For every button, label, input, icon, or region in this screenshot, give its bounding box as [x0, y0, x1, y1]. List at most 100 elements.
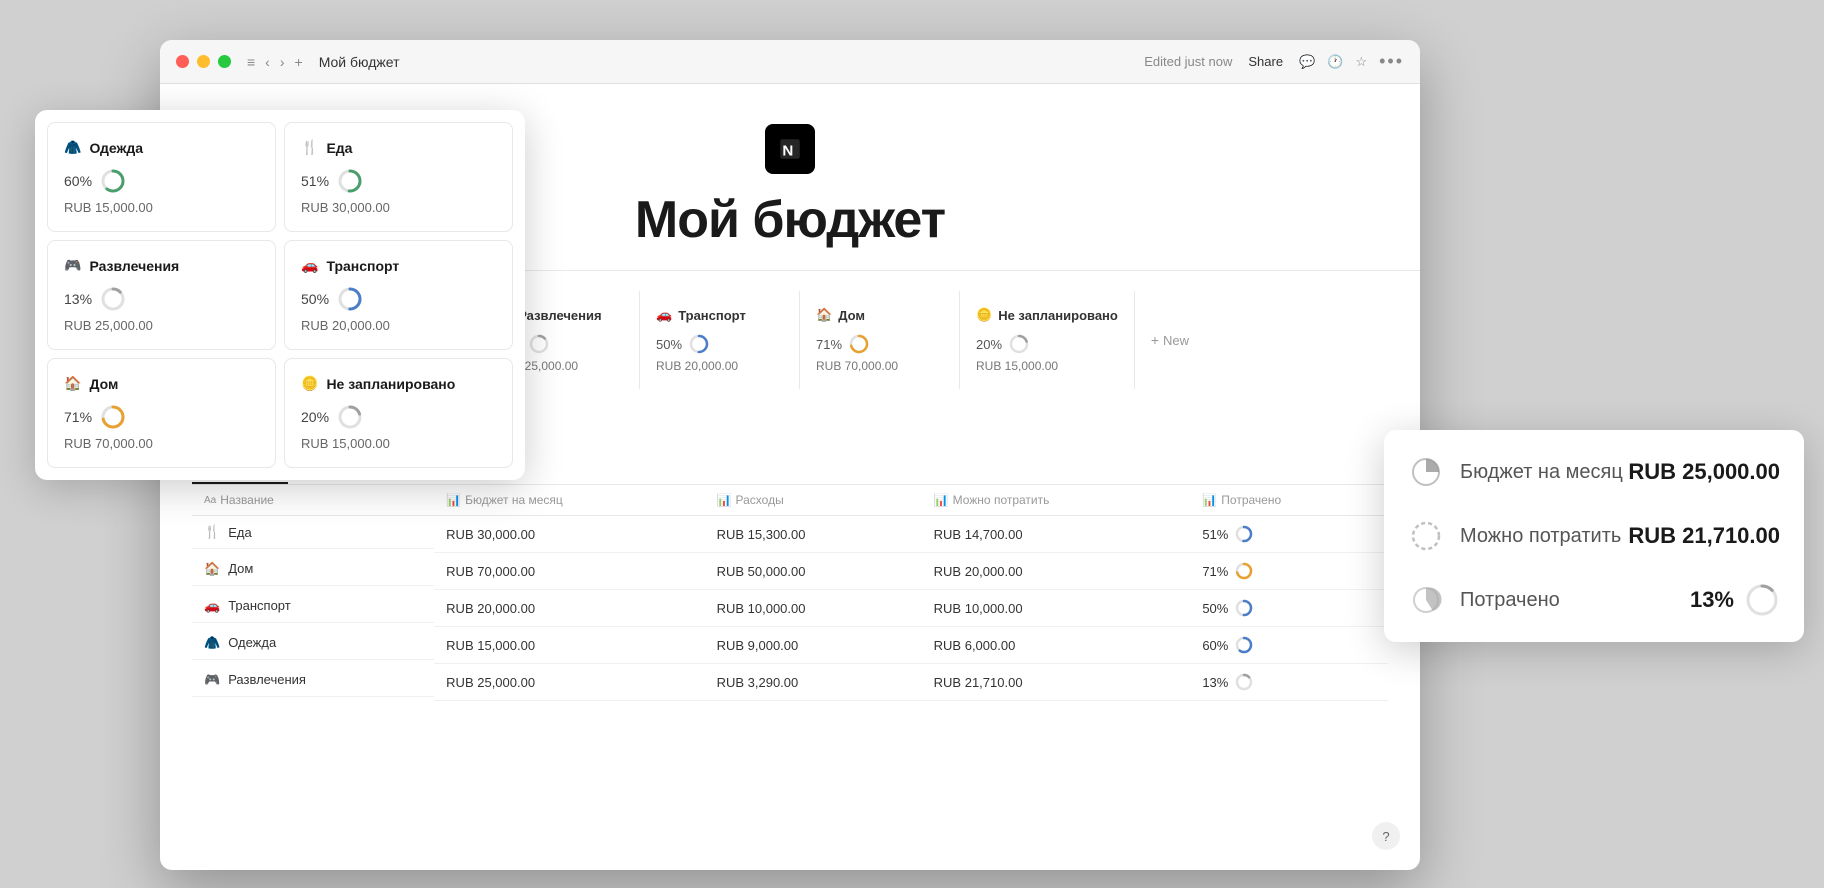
gallery-card-percent-nezaplan: 20%: [976, 333, 1118, 355]
cell-expenses: RUB 9,000.00: [705, 627, 922, 664]
gallery-card-dom[interactable]: 🏠 Дом 71% RUB 70,000.00: [800, 291, 960, 389]
col-can-spend: 📊 Можно потратить: [922, 485, 1191, 516]
popup-eda-icon: 🍴: [301, 139, 318, 156]
cell-budget: RUB 70,000.00: [434, 553, 704, 590]
cell-expenses: RUB 3,290.00: [705, 664, 922, 701]
detail-popup: Бюджет на месяц RUB 25,000.00 Можно потр…: [1384, 430, 1804, 642]
forward-icon[interactable]: ›: [280, 54, 285, 70]
detail-value-canspend: RUB 21,710.00: [1628, 523, 1780, 549]
cell-canspend: RUB 20,000.00: [922, 553, 1191, 590]
progress-nezaplan: [1008, 333, 1030, 355]
popup-card-odezhda[interactable]: 🧥 Одежда 60% RUB 15,000.00: [47, 122, 276, 232]
more-icon[interactable]: •••: [1379, 51, 1404, 72]
toolbar-icons: 💬 🕐 ☆ •••: [1299, 51, 1404, 72]
table-progress: [1234, 598, 1254, 618]
help-button[interactable]: ?: [1372, 822, 1400, 850]
col-budget: 📊 Бюджет на месяц: [434, 485, 704, 516]
gallery-card-transport[interactable]: 🚗 Транспорт 50% RUB 20,000.00: [640, 291, 800, 389]
cell-expenses: RUB 10,000.00: [705, 590, 922, 627]
popup-odezhda-icon: 🧥: [64, 139, 81, 156]
nav-icons: ≡ ‹ › +: [247, 54, 303, 70]
gallery-card-percent-transport: 50%: [656, 333, 783, 355]
popup-card-eda[interactable]: 🍴 Еда 51% RUB 30,000.00: [284, 122, 513, 232]
popup-razvl-icon: 🎮: [64, 257, 81, 274]
back-icon[interactable]: ‹: [265, 54, 270, 70]
cell-spent: 50%: [1190, 590, 1388, 627]
detail-row-canspend: Можно потратить RUB 21,710.00: [1408, 518, 1780, 554]
gallery-card-title-nezaplan: 🪙 Не запланировано: [976, 307, 1118, 323]
new-gallery-button[interactable]: + New: [1135, 291, 1205, 389]
cell-canspend: RUB 10,000.00: [922, 590, 1191, 627]
traffic-lights: [176, 55, 231, 68]
detail-label-budget: Бюджет на месяц: [1460, 461, 1628, 484]
maximize-button[interactable]: [218, 55, 231, 68]
detail-row-budget: Бюджет на месяц RUB 25,000.00: [1408, 454, 1780, 490]
table-row[interactable]: 🏠 Дом RUB 70,000.00 RUB 50,000.00 RUB 20…: [192, 553, 1388, 590]
budget-pie-icon: [1408, 454, 1444, 490]
canspend-circle-icon: [1408, 518, 1444, 554]
cell-expenses: RUB 15,300.00: [705, 516, 922, 553]
gallery-card-nezaplan[interactable]: 🪙 Не запланировано 20% RUB 15,000.00: [960, 291, 1135, 389]
hamburger-icon[interactable]: ≡: [247, 54, 255, 70]
budget-col-icon: 📊: [446, 493, 461, 507]
add-icon[interactable]: +: [295, 54, 303, 70]
popup-progress-razvl: [100, 286, 126, 312]
table-row[interactable]: 🧥 Одежда RUB 15,000.00 RUB 9,000.00 RUB …: [192, 627, 1388, 664]
progress-transport: [688, 333, 710, 355]
popup-progress-transport: [337, 286, 363, 312]
gallery-card-title-transport: 🚗 Транспорт: [656, 307, 783, 323]
table-progress: [1234, 672, 1254, 692]
share-button[interactable]: Share: [1248, 54, 1283, 69]
cell-expenses: RUB 50,000.00: [705, 553, 922, 590]
table-row[interactable]: 🍴 Еда RUB 30,000.00 RUB 15,300.00 RUB 14…: [192, 516, 1388, 553]
cell-budget: RUB 15,000.00: [434, 627, 704, 664]
gallery-card-amount-dom: RUB 70,000.00: [816, 359, 943, 373]
row-icon: 🧥: [204, 635, 220, 651]
transport-icon: 🚗: [656, 307, 672, 323]
titlebar: ≡ ‹ › + Мой бюджет Edited just now Share…: [160, 40, 1420, 84]
popup-transport-icon: 🚗: [301, 257, 318, 274]
text-icon: Aa: [204, 495, 216, 506]
spent-pie-icon: [1408, 582, 1444, 618]
cell-name: 🚗 Транспорт: [192, 590, 434, 623]
detail-label-canspend: Можно потратить: [1460, 525, 1628, 548]
progress-dom: [848, 333, 870, 355]
spent-col-icon: 📊: [1202, 493, 1217, 507]
col-spent: 📊 Потрачено: [1190, 485, 1388, 516]
popup-card-nezaplan[interactable]: 🪙 Не запланировано 20% RUB 15,000.00: [284, 358, 513, 468]
cell-name: 🏠 Дом: [192, 553, 434, 586]
plus-icon: +: [1151, 332, 1159, 348]
popup-progress-odezhda: [100, 168, 126, 194]
canspend-col-icon: 📊: [934, 493, 949, 507]
popup-progress-nezaplan: [337, 404, 363, 430]
edited-status: Edited just now: [1144, 54, 1232, 69]
clock-icon[interactable]: 🕐: [1327, 54, 1343, 70]
popup-card-transport[interactable]: 🚗 Транспорт 50% RUB 20,000.00: [284, 240, 513, 350]
popup-nezaplan-icon: 🪙: [301, 375, 318, 392]
cell-budget: RUB 20,000.00: [434, 590, 704, 627]
nezaplan-icon: 🪙: [976, 307, 992, 323]
cell-name: 🍴 Еда: [192, 516, 434, 549]
comment-icon[interactable]: 💬: [1299, 54, 1315, 70]
cell-canspend: RUB 21,710.00: [922, 664, 1191, 701]
star-icon[interactable]: ☆: [1355, 54, 1367, 70]
row-icon: 🎮: [204, 672, 220, 688]
category-popup: 🧥 Одежда 60% RUB 15,000.00 🍴 Еда 51%: [35, 110, 525, 480]
popup-card-razvl[interactable]: 🎮 Развлечения 13% RUB 25,000.00: [47, 240, 276, 350]
row-icon: 🍴: [204, 524, 220, 540]
dom-icon: 🏠: [816, 307, 832, 323]
row-icon: 🏠: [204, 561, 220, 577]
popup-progress-eda: [337, 168, 363, 194]
gallery-card-title-dom: 🏠 Дом: [816, 307, 943, 323]
popup-progress-dom: [100, 404, 126, 430]
close-button[interactable]: [176, 55, 189, 68]
titlebar-right: Edited just now Share 💬 🕐 ☆ •••: [1144, 51, 1404, 72]
page-icon: N: [765, 124, 815, 174]
cell-canspend: RUB 14,700.00: [922, 516, 1191, 553]
table-row[interactable]: 🚗 Транспорт RUB 20,000.00 RUB 10,000.00 …: [192, 590, 1388, 627]
popup-card-dom[interactable]: 🏠 Дом 71% RUB 70,000.00: [47, 358, 276, 468]
cell-name: 🎮 Развлечения: [192, 664, 434, 697]
cell-budget: RUB 30,000.00: [434, 516, 704, 553]
minimize-button[interactable]: [197, 55, 210, 68]
table-row[interactable]: 🎮 Развлечения RUB 25,000.00 RUB 3,290.00…: [192, 664, 1388, 701]
